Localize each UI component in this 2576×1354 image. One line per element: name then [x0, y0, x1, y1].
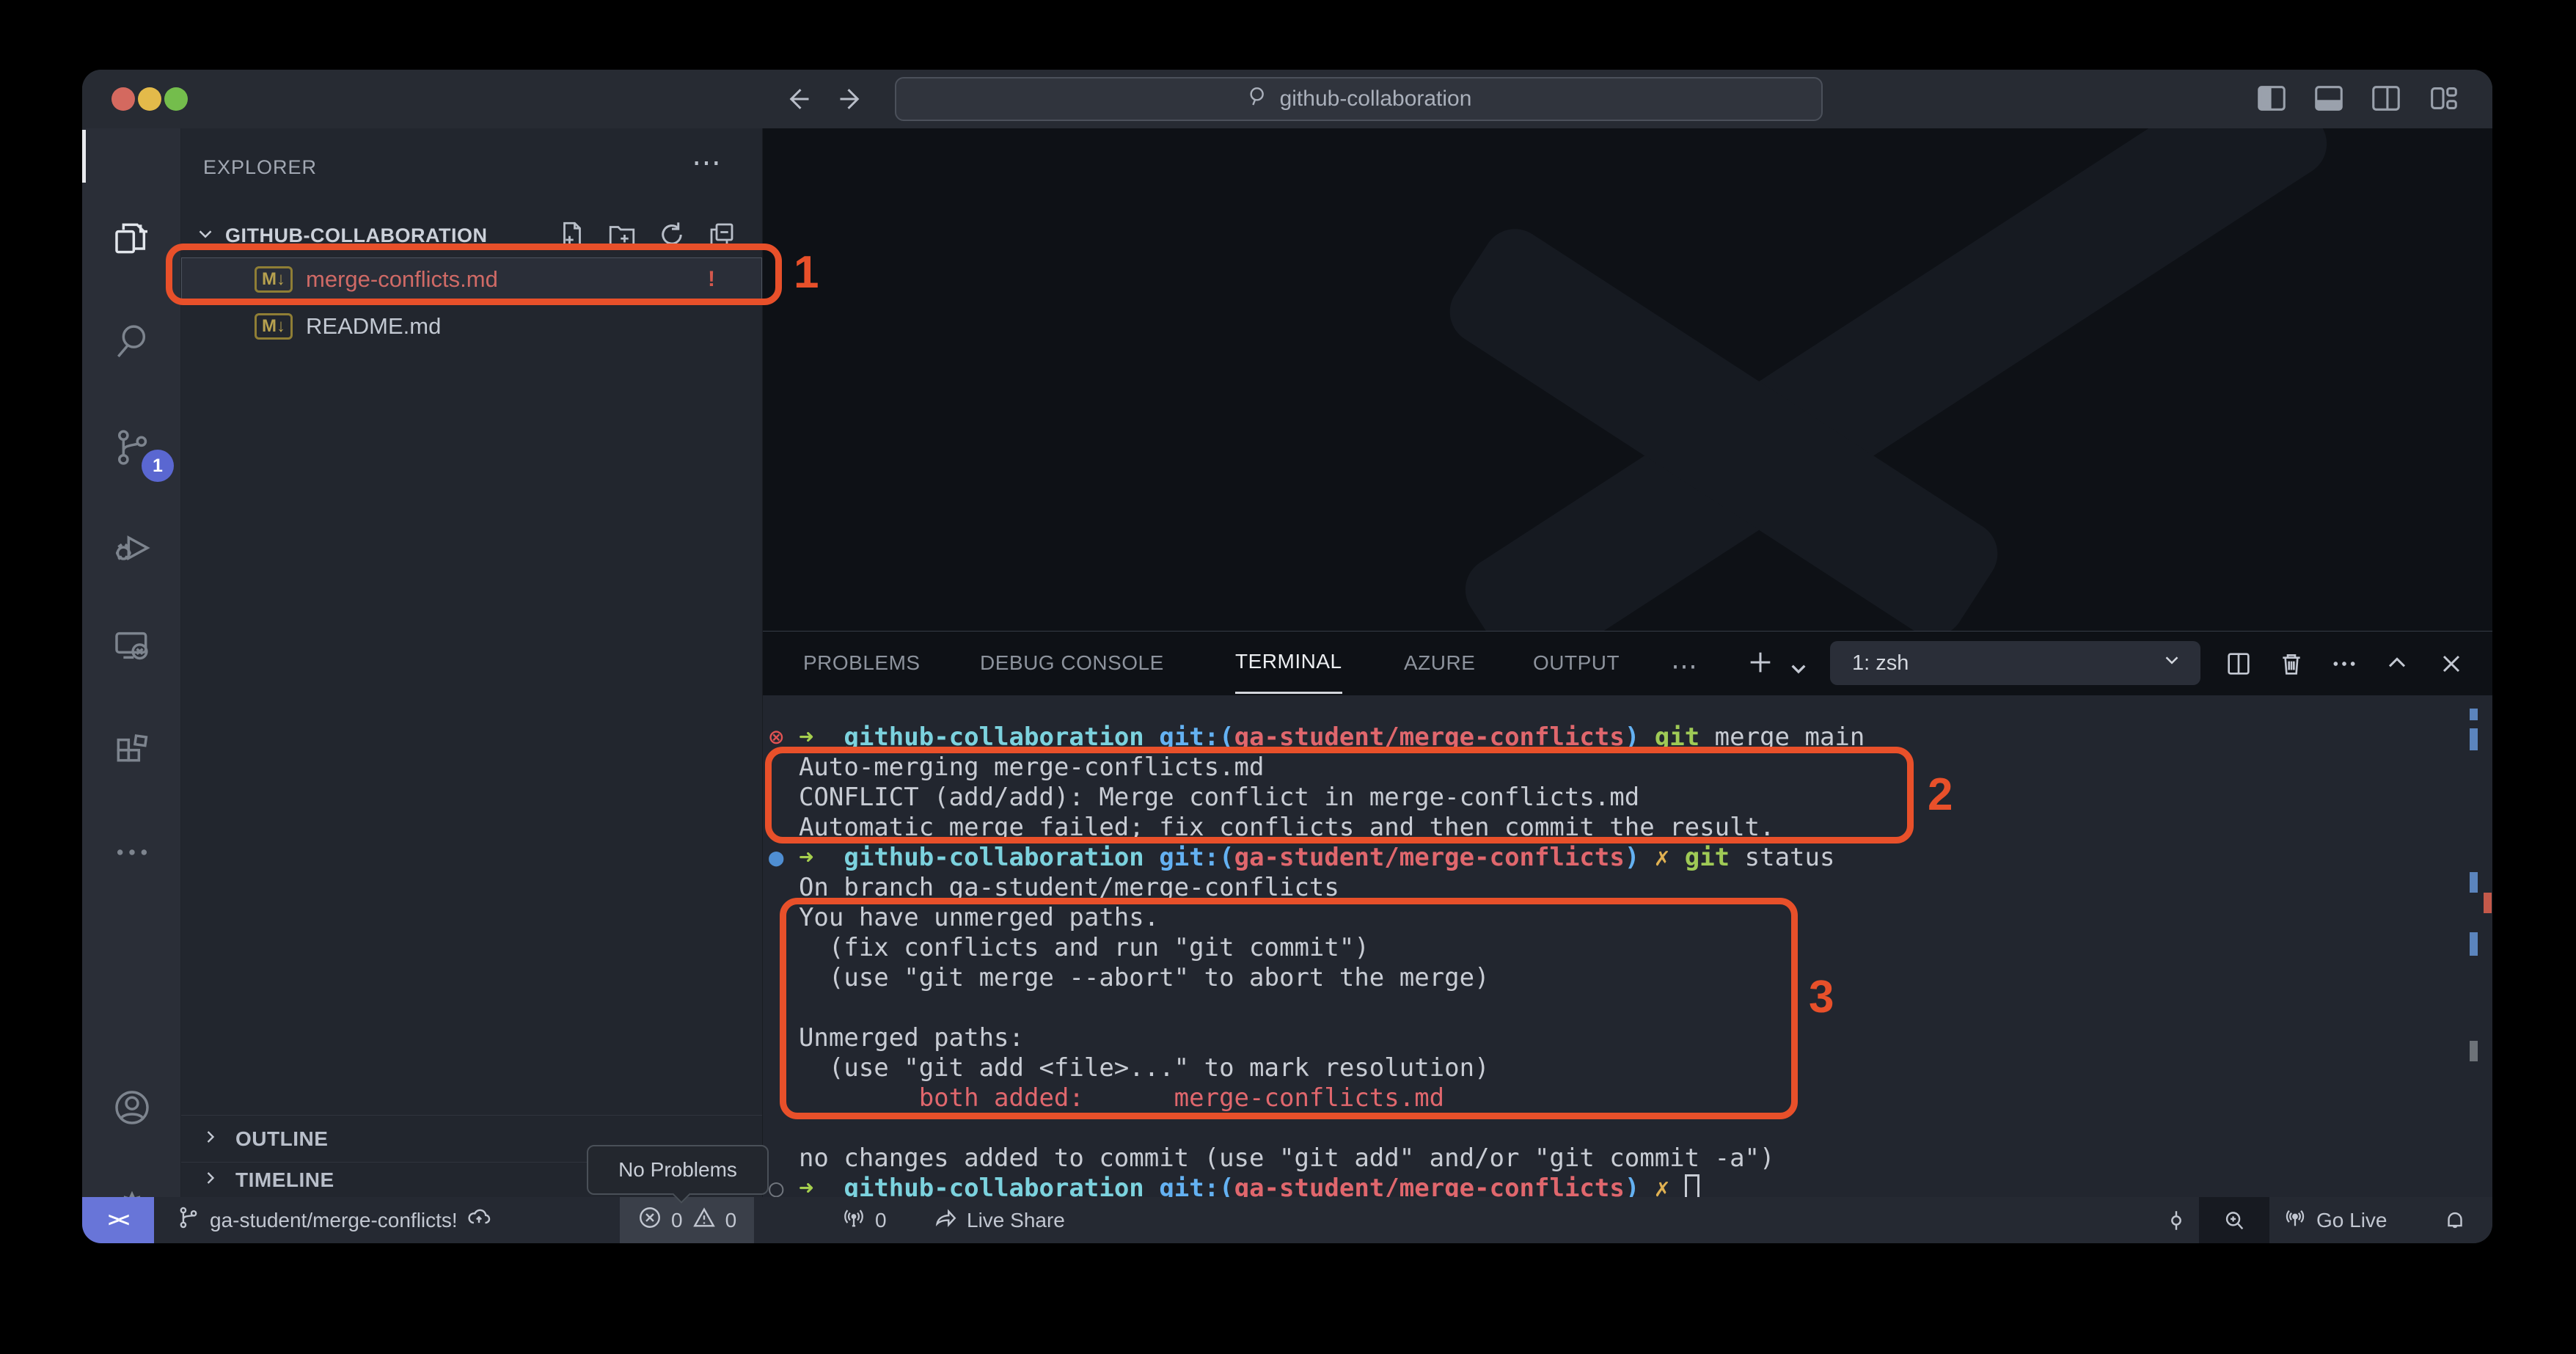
chevron-down-icon — [2161, 649, 2183, 677]
scroll-mark — [2470, 932, 2478, 956]
git-branch-icon — [176, 1205, 201, 1235]
remote-indicator-button[interactable]: >< — [82, 1197, 154, 1243]
close-panel-icon[interactable] — [2437, 649, 2466, 678]
scroll-mark — [2470, 728, 2478, 750]
error-count: 0 — [671, 1209, 683, 1232]
terminal-picker-label: 1: zsh — [1852, 651, 1909, 676]
panel-more-actions-icon[interactable] — [2330, 649, 2359, 678]
sidebar-item-source-control[interactable]: 1 — [82, 407, 181, 488]
navigate-forward-icon[interactable] — [836, 83, 868, 115]
more-tabs-icon[interactable]: ⋯ — [1671, 651, 1699, 681]
tooltip-text: No Problems — [618, 1158, 737, 1182]
tab-debug-console[interactable]: DEBUG CONSOLE — [980, 632, 1164, 694]
annotation-box-2 — [765, 747, 1914, 843]
sidebar-item-remote-explorer[interactable] — [82, 605, 181, 686]
minimize-traffic-light[interactable] — [138, 87, 161, 111]
search-icon — [1246, 84, 1270, 114]
go-live-broadcast-icon — [2283, 1205, 2308, 1235]
branch-name: ga-student/merge-conflicts! — [210, 1209, 458, 1232]
warnings-icon — [692, 1205, 717, 1235]
split-terminal-icon[interactable] — [2224, 649, 2253, 678]
chevron-right-icon — [200, 1127, 221, 1151]
file-row-readme[interactable]: M↓ README.md — [181, 304, 762, 348]
annotation-box-1 — [166, 244, 782, 305]
publish-cloud-icon — [466, 1205, 491, 1235]
file-name: README.md — [306, 313, 441, 340]
notifications-bell-icon[interactable] — [2443, 1197, 2467, 1243]
account-icon[interactable] — [82, 1067, 181, 1148]
annotation-number-1: 1 — [794, 246, 819, 299]
explorer-title: EXPLORER — [203, 156, 317, 179]
ports-status-item[interactable]: 0 — [841, 1197, 887, 1243]
active-view-indicator — [82, 130, 86, 183]
errors-icon — [637, 1205, 662, 1235]
search-title: github-collaboration — [1280, 87, 1472, 111]
toggle-sidebar-icon[interactable] — [2255, 81, 2288, 119]
explorer-more-actions-icon[interactable]: ⋯ — [692, 146, 724, 180]
tab-azure[interactable]: AZURE — [1404, 632, 1475, 694]
annotation-box-3 — [780, 898, 1798, 1119]
customize-layout-icon[interactable] — [2426, 81, 2460, 119]
live-share-label: Live Share — [967, 1209, 1065, 1232]
go-live-label: Go Live — [2316, 1209, 2387, 1232]
live-share-icon — [933, 1205, 958, 1235]
close-traffic-light[interactable] — [111, 87, 135, 111]
commit-status-icon[interactable] — [2164, 1197, 2189, 1243]
scroll-mark — [2484, 893, 2492, 913]
terminal-picker[interactable]: 1: zsh — [1830, 641, 2200, 685]
sidebar-item-search[interactable] — [82, 301, 181, 381]
go-live-status-item[interactable]: Go Live — [2283, 1197, 2387, 1243]
zoom-status-item[interactable] — [2199, 1197, 2269, 1243]
panel-tab-bar: PROBLEMS DEBUG CONSOLE TERMINAL AZURE OU… — [763, 631, 2492, 695]
no-problems-tooltip: No Problems — [587, 1145, 769, 1195]
scm-badge: 1 — [142, 450, 174, 482]
outline-label: OUTLINE — [235, 1127, 328, 1151]
new-terminal-dropdown-icon[interactable] — [1784, 654, 1813, 683]
scroll-mark — [2470, 1041, 2478, 1061]
navigate-back-icon[interactable] — [780, 83, 813, 115]
status-bar: >< ga-student/merge-conflicts! 0 0 — [82, 1197, 2492, 1243]
branch-status-item[interactable]: ga-student/merge-conflicts! — [176, 1197, 491, 1243]
scroll-mark — [2470, 872, 2478, 893]
new-terminal-icon[interactable] — [1746, 648, 1775, 677]
warning-count: 0 — [725, 1209, 737, 1232]
command-center-search[interactable]: github-collaboration — [895, 77, 1823, 121]
maximize-panel-icon[interactable] — [2382, 649, 2412, 678]
sidebar-item-extensions[interactable] — [82, 711, 181, 792]
annotation-number-3: 3 — [1809, 971, 1834, 1023]
tab-terminal[interactable]: TERMINAL — [1235, 632, 1342, 694]
kill-terminal-trash-icon[interactable] — [2277, 649, 2306, 678]
scroll-mark — [2470, 709, 2478, 720]
markdown-file-icon: M↓ — [255, 313, 293, 340]
live-share-status-item[interactable]: Live Share — [933, 1197, 1065, 1243]
tab-problems[interactable]: PROBLEMS — [803, 632, 921, 694]
sidebar-item-run-debug[interactable] — [82, 508, 181, 588]
chevron-right-icon — [200, 1168, 221, 1192]
editor-area — [763, 128, 2492, 631]
toggle-panel-icon[interactable] — [2312, 81, 2346, 119]
toggle-secondary-sidebar-icon[interactable] — [2369, 81, 2403, 119]
tab-output[interactable]: OUTPUT — [1533, 632, 1620, 694]
problems-status-item[interactable]: 0 0 — [620, 1197, 754, 1243]
ports-count: 0 — [875, 1209, 887, 1232]
timeline-label: TIMELINE — [235, 1168, 334, 1192]
more-views-icon[interactable] — [82, 812, 181, 893]
zoom-traffic-light[interactable] — [164, 87, 188, 111]
broadcast-tower-icon — [841, 1205, 866, 1235]
annotation-number-2: 2 — [1928, 769, 1953, 821]
title-bar: github-collaboration — [82, 70, 2492, 128]
